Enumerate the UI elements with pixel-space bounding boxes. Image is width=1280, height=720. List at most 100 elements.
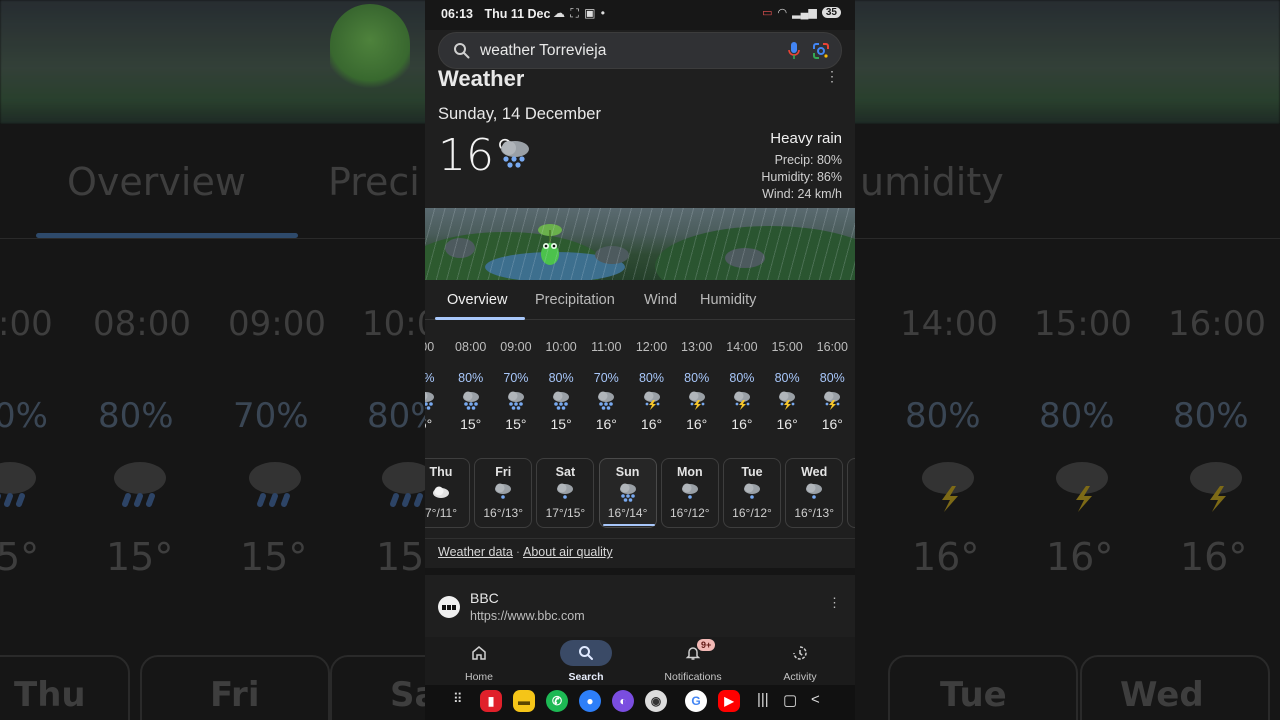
home-button-icon[interactable]: ▢ [783,691,797,709]
home-icon [472,646,486,660]
bg-time: :00 [0,304,53,344]
day-card[interactable]: Sun 16°/14° [598,458,657,528]
day-card[interactable]: Fri 16°/13° [474,458,533,528]
search-icon [579,646,593,660]
rain-icon [598,391,615,410]
hour-precip: 70% [593,371,619,385]
bg-thunder-icon [1056,462,1108,512]
app-shortcut-google-icon[interactable]: G [685,690,707,712]
day-temps: 7°/11° [425,506,458,520]
daily-forecast[interactable]: Thu 7°/11° Fri 16°/13° Sat 17°/15° Sun 16°/14° M… [425,458,855,530]
hour-precip: 70% [503,371,529,385]
nav-activity[interactable]: Activity [746,640,854,683]
nav-home-label: Home [464,671,493,683]
hour-label: :00 [425,340,435,354]
hourly-item[interactable]: 13:00 80% 16° [674,330,719,432]
hour-precip: 80% [819,371,845,385]
app-drawer-icon[interactable]: ⠿ [453,691,462,707]
hourly-item[interactable]: 11:00 70% 16° [584,330,629,432]
app-shortcut-phone-icon[interactable]: ✆ [546,690,568,712]
hourly-item[interactable]: 16:00 80% 16° [810,330,855,432]
hour-temp: 16° [686,416,708,432]
day-card-partial[interactable] [847,458,855,528]
hour-temp: 15° [505,416,527,432]
result-more-icon[interactable]: ⋮ [828,595,841,611]
thunderstorm-icon [688,391,705,410]
day-card[interactable]: Mon 16°/12° [660,458,719,528]
app-shortcut-red-icon[interactable]: ▮ [480,690,502,712]
tab-humidity[interactable]: Humidity [700,292,756,308]
search-query[interactable]: weather Torrevieja [480,42,606,60]
day-card[interactable]: Wed 16°/13° [785,458,844,528]
weather-tabs: Overview Precipitation Wind Humidity [425,282,855,320]
weather-illustration [425,208,855,280]
hourly-item[interactable]: 15:00 80% 16° [765,330,810,432]
heavy-rain-icon [501,141,529,168]
search-bar[interactable]: weather Torrevieja [438,32,842,69]
section-gap [425,568,855,575]
day-card[interactable]: Sat 17°/15° [536,458,595,528]
day-name: Thu [429,465,453,479]
rain-icon [507,391,524,410]
more-options-icon[interactable]: ⋮ [825,68,839,85]
day-card[interactable]: Tue 16°/12° [723,458,781,528]
search-result[interactable]: BBC https://www.bbc.com ⋮ [425,575,855,637]
cloudy-icon [433,486,449,498]
weather-data-link[interactable]: Weather data [438,545,513,559]
status-bar: 06:13 Thu 11 Dec ☁ ⛶ ▣ • ▭ ◠ ▂▄▆ 35 [425,0,855,30]
weather-date: Sunday, 14 December [438,105,601,123]
bg-time: 09:00 [228,304,326,344]
tab-wind[interactable]: Wind [644,292,677,308]
bg-temp: 16° [912,535,980,579]
result-site-name[interactable]: BBC [470,590,499,606]
bg-tab-humidity: umidity [860,160,1004,204]
tab-overview[interactable]: Overview [447,292,507,308]
nav-home[interactable]: Home [425,640,533,683]
recent-apps-icon[interactable]: ||| [757,691,769,708]
bg-percent: 80% [1039,396,1115,436]
app-shortcut-browser-icon[interactable]: ◐ [612,690,634,712]
hourly-forecast[interactable]: :00 0% 5° 08:00 80% 15° 09:00 70% 15° 10:00 80% 15°… [425,330,855,440]
bg-tab-precip: Preci [328,160,420,204]
hourly-item[interactable]: 12:00 80% 16° [629,330,674,432]
bg-percent: 70% [233,396,309,436]
microphone-icon[interactable] [787,41,801,61]
light-rain-icon [681,483,698,499]
status-right: ▭ ◠ ▂▄▆ 35 [762,6,841,19]
bg-time: 16:00 [1168,304,1266,344]
bg-temp: 16° [1180,535,1248,579]
app-shortcut-youtube-icon[interactable]: ▶ [718,690,740,712]
air-quality-link[interactable]: About air quality [523,545,613,559]
day-temps: 16°/13° [794,506,834,520]
app-shortcut-messages-icon[interactable]: ● [579,690,601,712]
hour-label: 11:00 [591,340,622,354]
day-card[interactable]: Thu 7°/11° [425,458,470,528]
bg-day: Fri [210,675,260,715]
hourly-item[interactable]: 09:00 70% 15° [493,330,538,432]
hourly-item[interactable]: 10:00 80% 15° [539,330,584,432]
nav-notifications[interactable]: 9+ Notifications [639,639,747,683]
tab-precipitation[interactable]: Precipitation [535,292,615,308]
bg-thunder-icon [1190,462,1242,512]
hourly-item[interactable]: :00 0% 5° [425,330,448,432]
nav-search-label: Search [568,671,604,683]
google-lens-icon[interactable] [811,41,831,61]
hour-label: 09:00 [500,340,532,354]
result-url[interactable]: https://www.bbc.com [470,609,585,623]
light-rain-icon [495,483,512,499]
back-button-icon[interactable]: < [811,691,820,708]
bg-percent: 0% [0,396,48,436]
thunderstorm-icon [779,391,796,410]
app-shortcut-notes-icon[interactable]: ▬ [513,690,535,712]
hourly-item[interactable]: 08:00 80% 15° [448,330,493,432]
cast-icon: ▭ [762,7,773,19]
bg-temp: 15 [376,535,425,579]
bg-thunder-icon [922,462,974,512]
bg-percent: 80% [1173,396,1249,436]
hourly-item[interactable]: 14:00 80% 16° [719,330,764,432]
app-shortcut-camera-icon[interactable]: ◉ [645,690,667,712]
selected-day-indicator [602,524,655,526]
hour-temp: 16° [640,416,663,432]
nav-search[interactable]: Search [532,640,640,683]
notification-icons: ☁ ⛶ ▣ • [553,6,606,20]
